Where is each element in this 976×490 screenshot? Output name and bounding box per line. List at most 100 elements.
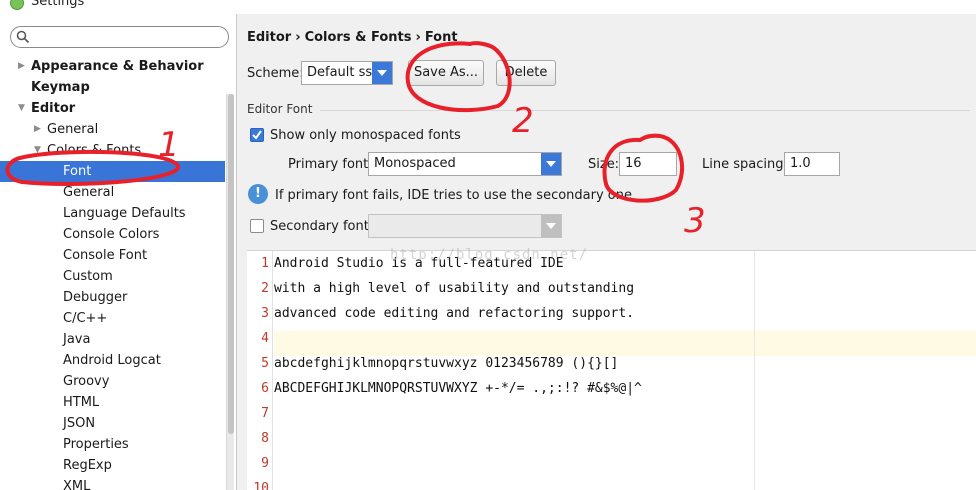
scheme-label: Scheme: <box>247 66 304 81</box>
primary-font-select[interactable]: Monospaced <box>368 152 562 176</box>
sidebar-item-regexp[interactable]: RegExp <box>0 455 225 476</box>
section-divider <box>320 110 970 111</box>
sidebar-item-label: Properties <box>63 437 129 452</box>
sidebar-item-label: HTML <box>63 395 100 410</box>
sidebar-item-android-logcat[interactable]: Android Logcat <box>0 350 225 371</box>
caret-line-highlight <box>274 331 976 356</box>
line-number: 4 <box>261 331 269 346</box>
sidebar-item-java[interactable]: Java <box>0 329 225 350</box>
breadcrumb-editor: Editor <box>247 30 292 45</box>
collapse-arrow-icon[interactable]: ▶ <box>34 119 41 140</box>
sidebar-item-general[interactable]: General <box>0 182 225 203</box>
sidebar-item-appearance-behavior[interactable]: ▶ Appearance & Behavior <box>0 56 225 77</box>
sidebar-item-editor[interactable]: ▼ Editor <box>0 98 225 119</box>
sidebar-item-language-defaults[interactable]: Language Defaults <box>0 203 225 224</box>
line-number: 6 <box>261 381 269 396</box>
sidebar-item-colors-fonts[interactable]: ▼ Colors & Fonts <box>0 140 225 161</box>
preview-code-line: abcdefghijklmnopqrstuvwxyz 0123456789 ()… <box>274 356 619 371</box>
scheme-value: Default ssz <box>307 65 380 80</box>
sidebar-item-label: C/C++ <box>63 311 108 326</box>
scheme-dropdown-button[interactable] <box>372 62 392 84</box>
sidebar-item-label: Groovy <box>63 374 110 389</box>
line-spacing-label: Line spacing: <box>702 157 788 172</box>
sidebar-item-label: Debugger <box>63 290 128 305</box>
secondary-font-select[interactable] <box>368 214 562 238</box>
breadcrumb: Editor › Colors & Fonts › Font <box>247 30 458 45</box>
sidebar-item-label: Font <box>63 164 92 179</box>
sidebar-item-label: Console Font <box>63 248 148 263</box>
sidebar-item-label: XML <box>63 479 91 490</box>
info-icon: ! <box>248 184 268 204</box>
secondary-font-dropdown-button[interactable] <box>541 215 561 237</box>
sidebar-item-label: General <box>63 185 115 200</box>
sidebar-item-properties[interactable]: Properties <box>0 434 225 455</box>
sidebar-item-console-font[interactable]: Console Font <box>0 245 225 266</box>
sidebar-item-label: Language Defaults <box>63 206 186 221</box>
delete-button[interactable]: Delete <box>496 60 556 86</box>
font-preview-editor[interactable]: 1 2 3 4 5 6 7 8 9 10 Android Studio is a full-fea… <box>247 250 976 490</box>
primary-font-value: Monospaced <box>374 156 456 171</box>
sidebar-item-label: RegExp <box>63 458 112 473</box>
sidebar-item-json[interactable]: JSON <box>0 413 225 434</box>
size-label: Size: <box>588 157 620 172</box>
line-spacing-input[interactable]: 1.0 <box>784 152 840 176</box>
line-number: 1 <box>261 256 269 271</box>
line-number: 10 <box>253 481 269 490</box>
line-number: 3 <box>261 306 269 321</box>
watermark: http://blog.csdn.net/ <box>390 247 589 263</box>
sidebar-item-custom[interactable]: Custom <box>0 266 225 287</box>
sidebar-item-label: Appearance & Behavior <box>31 59 204 74</box>
sidebar-scrollbar-thumb[interactable] <box>228 94 234 434</box>
sidebar-item-c-c[interactable]: C/C++ <box>0 308 225 329</box>
sidebar-item-keymap[interactable]: Keymap <box>0 77 225 98</box>
settings-sidebar: ▶ Appearance & Behavior Keymap ▼ Editor ▶ Gene… <box>0 14 237 490</box>
preview-code-line: ABCDEFGHIJKLMNOPQRSTUVWXYZ +-*/= .,;:!? … <box>274 381 642 396</box>
line-number: 7 <box>261 406 269 421</box>
scheme-select[interactable]: Default ssz <box>301 61 393 85</box>
line-number-gutter: 1 2 3 4 5 6 7 8 9 10 <box>247 251 273 490</box>
editor-font-section-title: Editor Font <box>247 102 313 116</box>
secondary-font-checkbox[interactable] <box>250 219 264 233</box>
right-margin-guide <box>754 251 755 490</box>
sidebar-item-label: Android Logcat <box>63 353 161 368</box>
sidebar-item-label: Editor <box>31 101 76 116</box>
sidebar-item-debugger[interactable]: Debugger <box>0 287 225 308</box>
collapse-arrow-icon[interactable]: ▶ <box>18 56 25 77</box>
chevron-down-icon <box>546 161 556 167</box>
chevron-down-icon <box>546 223 556 229</box>
show-monospaced-label: Show only monospaced fonts <box>270 128 461 143</box>
sidebar-item-label: Java <box>63 332 91 347</box>
sidebar-item-html[interactable]: HTML <box>0 392 225 413</box>
primary-font-label: Primary font: <box>288 157 373 172</box>
line-number: 2 <box>261 281 269 296</box>
settings-tree: ▶ Appearance & Behavior Keymap ▼ Editor ▶ Gene… <box>0 56 225 490</box>
sidebar-item-label: JSON <box>63 416 96 431</box>
chevron-down-icon <box>377 70 387 76</box>
expand-arrow-icon[interactable]: ▼ <box>34 140 41 161</box>
preview-code-line: advanced code editing and refactoring su… <box>274 306 635 321</box>
primary-font-dropdown-button[interactable] <box>541 153 561 175</box>
sidebar-item-general[interactable]: ▶ General <box>0 119 225 140</box>
save-as-button[interactable]: Save As... <box>408 60 484 86</box>
search-field[interactable] <box>10 26 229 48</box>
breadcrumb-font: Font <box>424 30 458 45</box>
sidebar-item-console-colors[interactable]: Console Colors <box>0 224 225 245</box>
settings-content: Editor › Colors & Fonts › Font Scheme: Defau… <box>238 14 976 490</box>
checkmark-icon <box>252 130 262 140</box>
sidebar-item-label: General <box>47 122 99 137</box>
line-number: 9 <box>261 456 269 471</box>
sidebar-item-font[interactable]: Font <box>0 161 225 182</box>
fallback-info-text: If primary font fails, IDE tries to use … <box>275 188 632 203</box>
expand-arrow-icon[interactable]: ▼ <box>18 98 25 119</box>
sidebar-item-label: Custom <box>63 269 113 284</box>
search-icon <box>16 30 30 44</box>
show-monospaced-checkbox[interactable] <box>250 128 264 142</box>
title-bar: Settings <box>0 0 976 14</box>
sidebar-item-xml[interactable]: XML <box>0 476 225 490</box>
sidebar-item-label: Colors & Fonts <box>47 143 142 158</box>
font-size-input[interactable]: 16 <box>619 152 677 176</box>
breadcrumb-colors-fonts: Colors & Fonts <box>304 30 412 45</box>
preview-code-line: with a high level of usability and outst… <box>274 281 635 296</box>
sidebar-scrollbar[interactable] <box>226 94 234 490</box>
sidebar-item-groovy[interactable]: Groovy <box>0 371 225 392</box>
